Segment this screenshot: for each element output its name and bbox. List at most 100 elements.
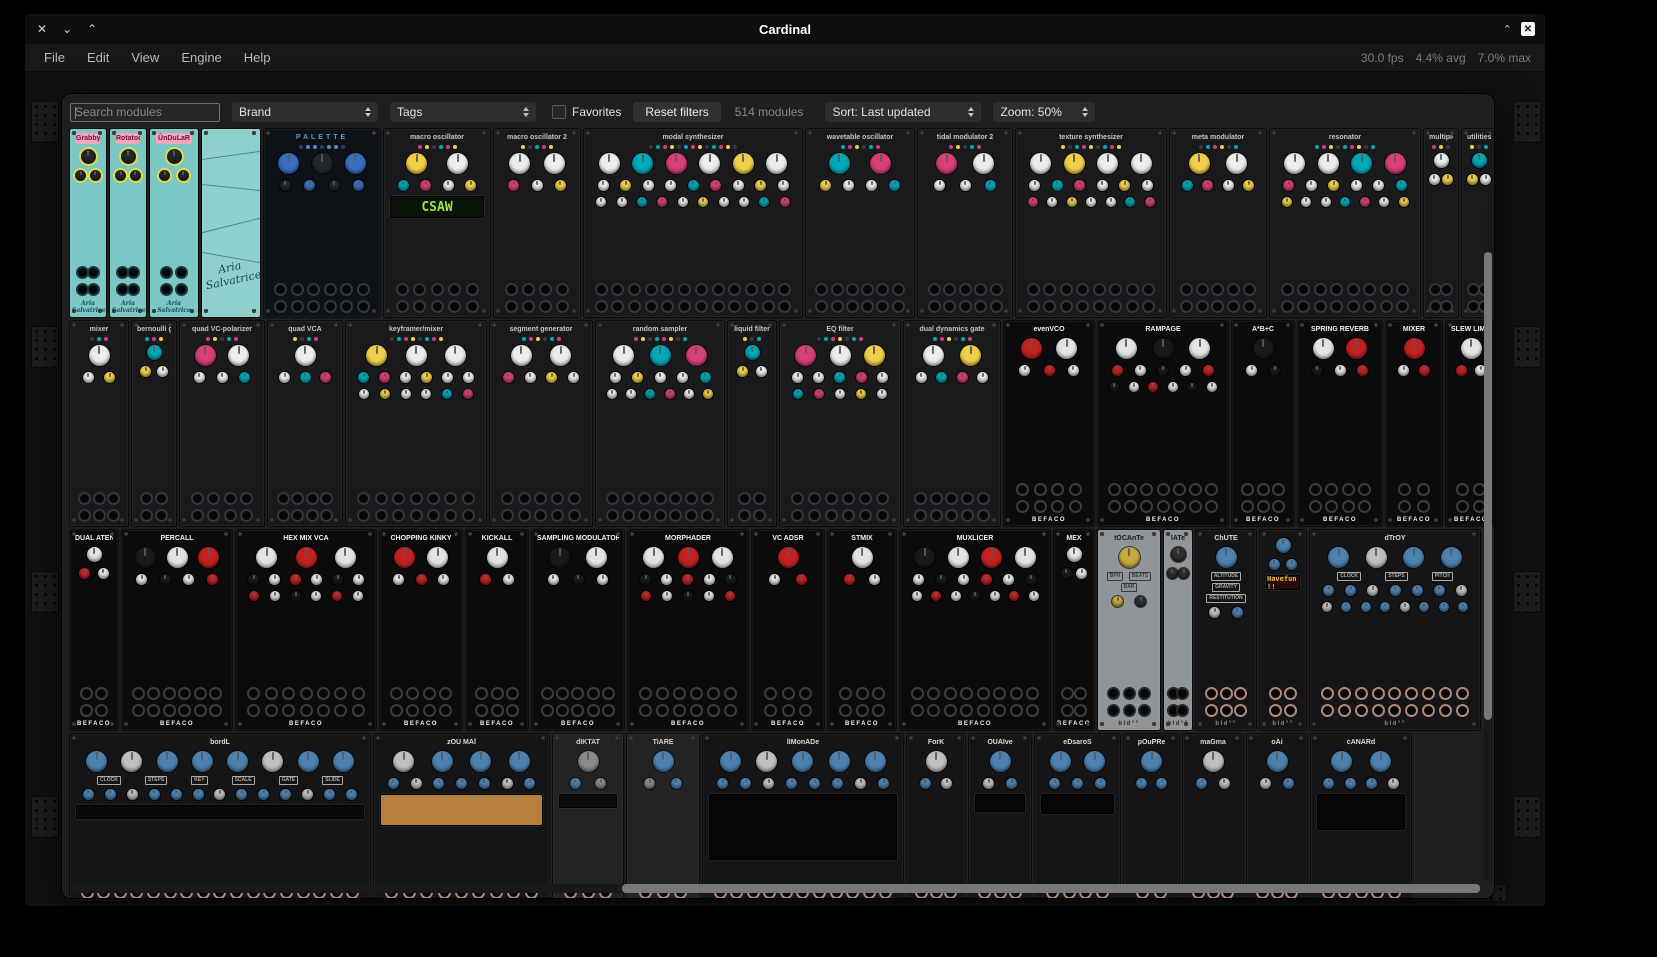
module-preview-multiples[interactable]: multiples — [1424, 129, 1458, 317]
module-preview-texture-synthesizer[interactable]: texture synthesizer — [1016, 129, 1166, 317]
reset-filters-button[interactable]: Reset filters — [633, 102, 720, 122]
module-preview-havefun[interactable]: Havefun !!bId°° — [1260, 530, 1306, 730]
zoom-dropdown[interactable]: Zoom: 50% — [993, 102, 1095, 122]
horizontal-scrollbar[interactable] — [622, 884, 1480, 893]
knob-icon — [796, 574, 807, 585]
module-preview-quad-vc-polarizer[interactable]: quad VC-polarizer — [180, 321, 264, 526]
close-icon[interactable]: ✕ — [37, 22, 47, 36]
led-icon — [1082, 145, 1086, 149]
module-preview-palette[interactable]: PALETTE — [264, 129, 380, 317]
knob-icon — [869, 574, 880, 585]
jack-icon — [468, 302, 477, 311]
module-preview-sampling-modulator[interactable]: SAMPLING MODULATORBEFACO — [532, 530, 624, 730]
maximize-icon[interactable]: ⌃ — [87, 22, 97, 36]
module-preview-edsaros[interactable]: eDsaroSbId°° — [1035, 734, 1120, 898]
module-preview-tiare[interactable]: TiAREbId°° — [627, 734, 699, 898]
sort-dropdown[interactable]: Sort: Last updated — [825, 102, 981, 122]
module-preview-liquid-filter[interactable]: liquid filter — [728, 321, 776, 526]
module-preview-ndular[interactable]: ÛnDuLaRAria Salvatrice — [150, 129, 198, 317]
module-preview-percall[interactable]: PERCALLBEFACO — [122, 530, 232, 730]
module-preview-tidal-modulator-2[interactable]: tidal modulator 2 — [918, 129, 1012, 317]
module-preview-keyframer-mixer[interactable]: keyframer/mixer — [346, 321, 486, 526]
module-preview-poupre[interactable]: pOuPRebId°° — [1124, 734, 1179, 898]
module-title: zOÙ MAÏ — [379, 738, 544, 747]
module-preview-segment-generator[interactable]: segment generator — [490, 321, 592, 526]
jack-icon — [1182, 285, 1191, 294]
jack-icon — [863, 285, 872, 294]
module-preview-aria-salvatrice[interactable]: Aria Salvatrice — [202, 129, 260, 317]
module-preview-ouaive[interactable]: OUAIvebId°° — [969, 734, 1031, 898]
knob-icon — [786, 778, 797, 789]
module-preview-mex[interactable]: MEXBEFACO — [1054, 530, 1094, 730]
module-preview-chute[interactable]: ChUTEALTITUDEGRAVITYRESTITUTIONbId°° — [1196, 530, 1256, 730]
module-preview-macro-oscillator[interactable]: macro oscillatorCSAW — [384, 129, 490, 317]
module-preview-a-b-c[interactable]: A*B+CBEFACO — [1232, 321, 1294, 526]
module-preview-evenvco[interactable]: evenVCOBEFACO — [1004, 321, 1094, 526]
jack-icon — [675, 706, 684, 715]
tags-dropdown[interactable]: Tags — [390, 102, 536, 122]
jack-icon — [446, 494, 455, 503]
module-preview-morphader[interactable]: MORPHADERBEFACO — [628, 530, 748, 730]
search-input[interactable] — [70, 103, 220, 122]
brand-dropdown[interactable]: Brand — [232, 102, 378, 122]
module-preview-fork[interactable]: ForKbId°° — [907, 734, 965, 898]
knob-icon — [290, 574, 301, 585]
minimize-icon[interactable]: ⌄ — [62, 22, 72, 36]
module-preview-spring-reverb[interactable]: SPRING REVERBBEFACO — [1298, 321, 1382, 526]
module-preview-rotatoes[interactable]: RotatoesAria Salvatrice — [110, 129, 146, 317]
module-preview-magma[interactable]: maGmabId°° — [1183, 734, 1243, 898]
module-preview-zo-ma[interactable]: zOÙ MAÏbId°° — [374, 734, 549, 898]
screw-icon — [716, 518, 720, 522]
module-title: tidal modulator 2 — [923, 133, 1007, 142]
screw-icon — [334, 518, 338, 522]
menu-edit[interactable]: Edit — [76, 47, 120, 68]
module-preview-modal-synthesizer[interactable]: modal synthesizer — [584, 129, 802, 317]
knob-icon — [194, 372, 205, 383]
menu-engine[interactable]: Engine — [170, 47, 232, 68]
module-preview-wavetable-oscillator[interactable]: wavetable oscillator — [806, 129, 914, 317]
module-preview-macro-oscillator-2[interactable]: macro oscillator 2 — [494, 129, 580, 317]
knob-icon — [324, 789, 335, 800]
module-preview-dtroy[interactable]: dTrOYCLOCKSTEPSPITCHbId°° — [1310, 530, 1480, 730]
menu-view[interactable]: View — [120, 47, 170, 68]
module-preview-eq-filter[interactable]: EQ filter — [780, 321, 900, 526]
module-preview-stmix[interactable]: STMIXBEFACO — [828, 530, 896, 730]
menu-help[interactable]: Help — [233, 47, 282, 68]
menu-file[interactable]: File — [33, 47, 76, 68]
vertical-scrollbar[interactable] — [1484, 252, 1492, 720]
module-preview-quad-vca[interactable]: quad VCA — [268, 321, 342, 526]
screw-icon — [1086, 722, 1090, 726]
screw-icon — [1184, 532, 1188, 536]
knob-icon — [1203, 751, 1224, 772]
collapse-icon[interactable]: ⌃ — [1503, 23, 1512, 36]
module-preview-limonade[interactable]: lIMonADebId°° — [703, 734, 903, 898]
favorites-checkbox[interactable] — [552, 105, 566, 119]
module-preview-bernoulli-gate[interactable]: bernoulli gate — [132, 321, 176, 526]
module-preview-rampage[interactable]: RAMPAGEBEFACO — [1098, 321, 1228, 526]
module-preview-hex-mix-vca[interactable]: HEX MIX VCABEFACO — [236, 530, 376, 730]
module-preview-kickall[interactable]: KICKALLBEFACO — [466, 530, 528, 730]
knob-icon — [249, 591, 259, 601]
module-preview-tocante[interactable]: tOCAnTeBPHBEATSBARbId°° — [1098, 530, 1160, 730]
module-preview-vc-adsr[interactable]: VC ADSRBEFACO — [752, 530, 824, 730]
module-preview-oai[interactable]: oAibId°° — [1247, 734, 1307, 898]
module-preview-muxlicer[interactable]: MUXLICERBEFACO — [900, 530, 1050, 730]
module-preview-canard[interactable]: cANARdbId°° — [1311, 734, 1411, 898]
module-preview-random-sampler[interactable]: random sampler — [596, 321, 724, 526]
module-preview-resonator[interactable]: resonator — [1270, 129, 1420, 317]
module-preview-chopping-kinky[interactable]: CHOPPING KINKYBEFACO — [380, 530, 462, 730]
module-preview-grabby[interactable]: GrabbyAria Salvatrice — [70, 129, 106, 317]
jack-icon — [80, 494, 89, 503]
led-icon — [1061, 145, 1065, 149]
jack-icon — [929, 689, 938, 698]
screw-icon — [1248, 532, 1252, 536]
module-preview-meta-modulator[interactable]: meta modulator — [1170, 129, 1266, 317]
module-preview-late[interactable]: lATebId°° — [1164, 530, 1192, 730]
module-preview-diktat[interactable]: dIKTATbId°° — [553, 734, 623, 898]
module-preview-dual-dynamics-gate[interactable]: dual dynamics gate — [904, 321, 1000, 526]
knob-icon — [1171, 547, 1186, 562]
module-preview-bordl[interactable]: bordLCLOCKSTEPSKEYSCALEGATESLIDEbId°° — [70, 734, 370, 898]
module-preview-mixer[interactable]: MIXERBEFACO — [1386, 321, 1442, 526]
module-preview-mixer[interactable]: mixer — [70, 321, 128, 526]
module-preview-dual-atenuverter[interactable]: DUAL ATENUVERTERBEFACO — [70, 530, 118, 730]
